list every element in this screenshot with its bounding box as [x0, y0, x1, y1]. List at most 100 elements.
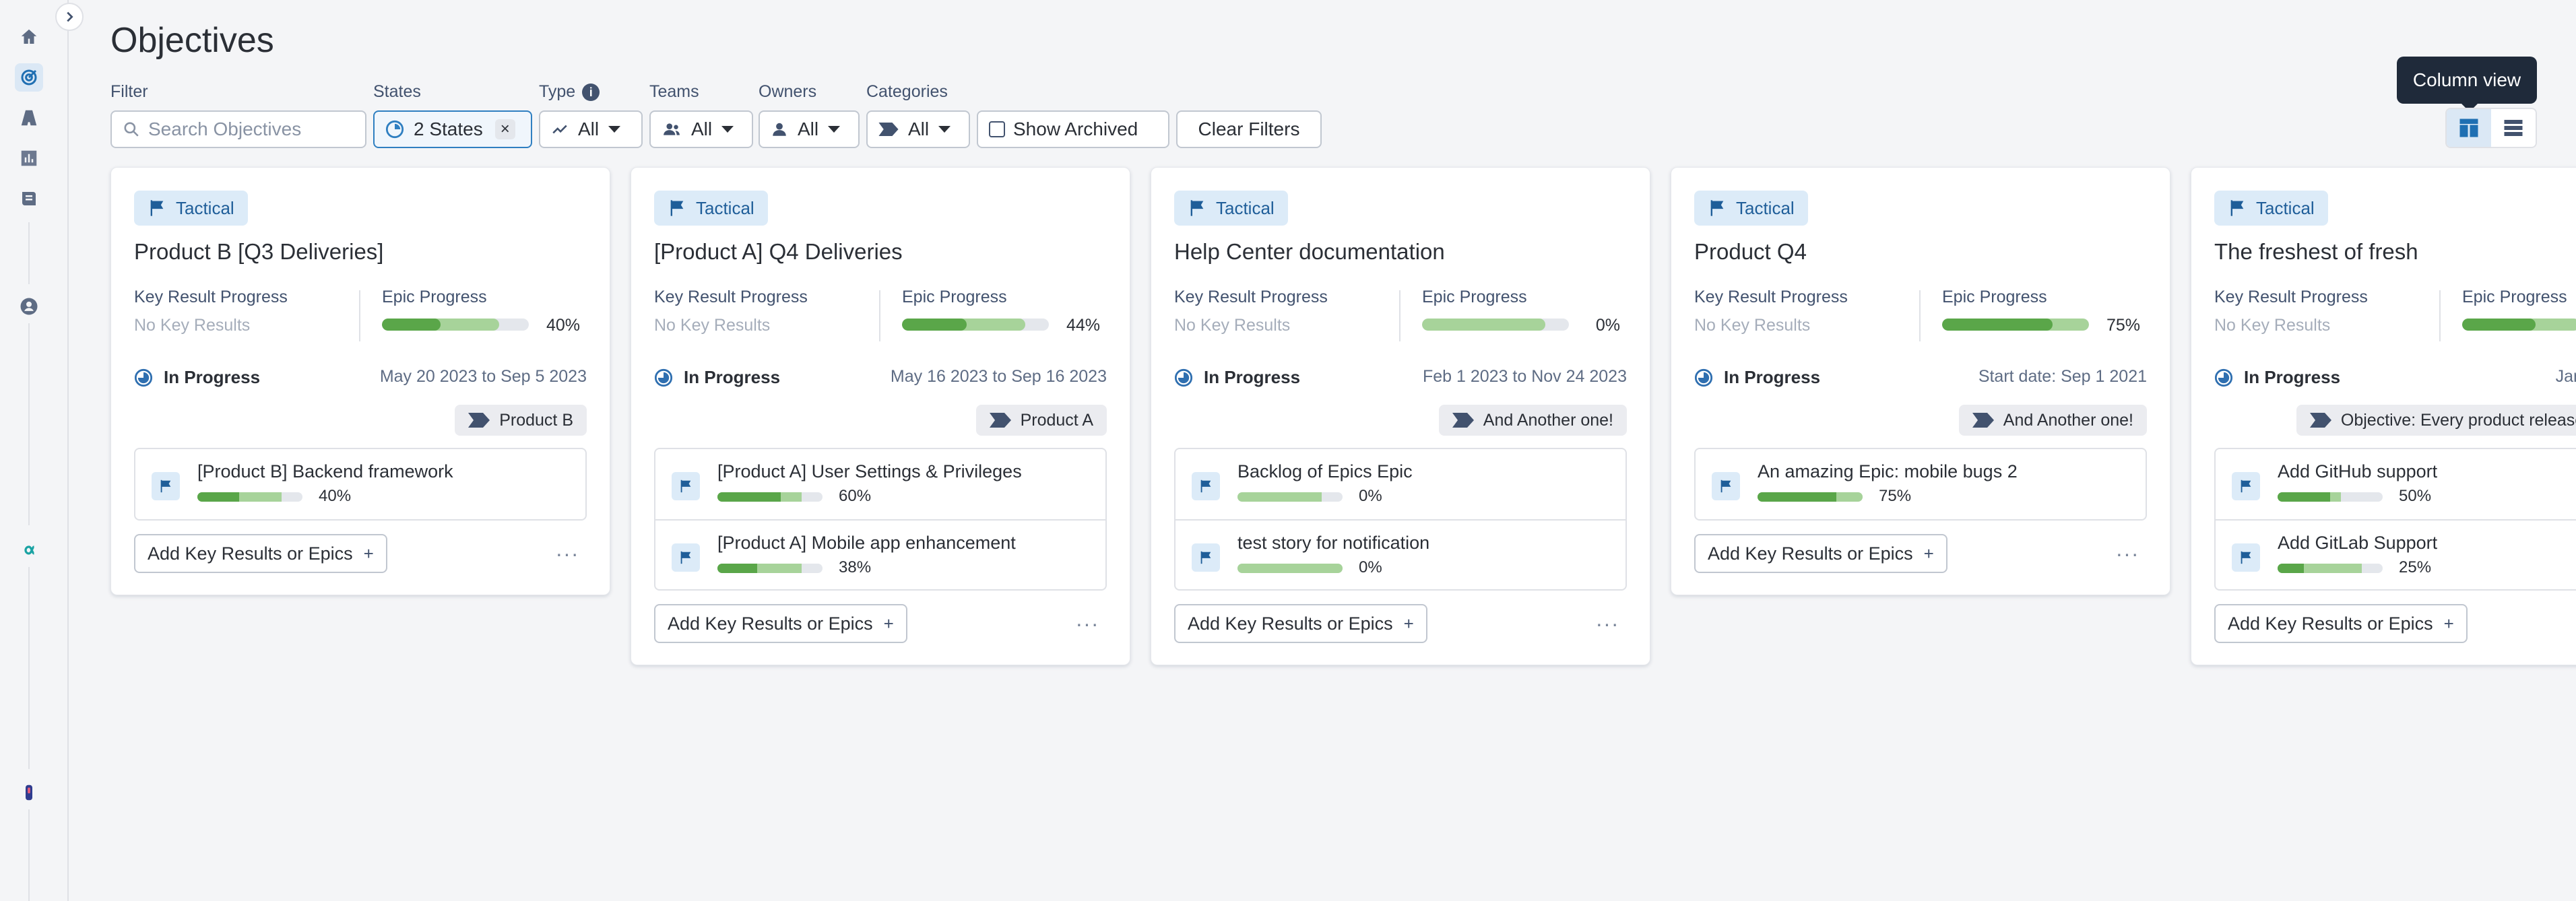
epic-row[interactable]: Add GitLab Support 25% — [2216, 519, 2576, 589]
tag-label: Tactical — [1216, 197, 1275, 218]
objective-title[interactable]: The freshest of fresh — [2214, 239, 2418, 265]
objective-title[interactable]: [Product A] Q4 Deliveries — [654, 239, 903, 265]
epic-row-percent: 40% — [319, 487, 352, 505]
type-filter[interactable]: All — [539, 110, 643, 148]
epic-row-progress-fill — [717, 492, 781, 502]
epic-progress-bar — [2462, 319, 2576, 331]
category-pill[interactable]: Product A — [975, 405, 1107, 436]
no-key-results-text: No Key Results — [1694, 316, 1811, 335]
more-options-icon[interactable]: ··· — [1072, 608, 1103, 639]
objective-title[interactable]: Product B [Q3 Deliveries] — [134, 239, 383, 265]
show-archived-toggle[interactable]: Show Archived — [977, 110, 1169, 148]
more-options-icon[interactable]: ··· — [1592, 608, 1623, 639]
date-range: May 16 2023 to Sep 16 2023 — [890, 367, 1107, 386]
epic-row-progress-fill — [717, 564, 758, 573]
epic-row-percent: 60% — [839, 487, 872, 505]
epic-name[interactable]: [Product A] Mobile app enhancement — [717, 533, 1016, 554]
epic-row[interactable]: An amazing Epic: mobile bugs 2 75% — [1696, 449, 2146, 519]
epic-progress-label: Epic Progress — [1942, 288, 2047, 306]
info-icon[interactable]: i — [582, 84, 600, 102]
status-text: In Progress — [164, 367, 261, 387]
epic-row[interactable]: Add GitHub support 50% — [2216, 449, 2576, 519]
list-view-icon — [2504, 120, 2523, 136]
epic-name[interactable]: Add GitHub support — [2278, 461, 2437, 482]
progress-divider — [1919, 290, 1921, 341]
column-view-icon — [2459, 119, 2478, 137]
epic-flag-icon — [1192, 543, 1220, 572]
category-tag-icon — [989, 413, 1011, 428]
owners-label: Owners — [759, 82, 817, 101]
objective-card[interactable]: Tactical [Product A] Q4 Deliveries Key R… — [631, 167, 1130, 665]
categories-filter[interactable]: All — [866, 110, 970, 148]
epic-progress-label: Epic Progress — [382, 288, 487, 306]
objective-card[interactable]: Tactical Help Center documentation Key R… — [1151, 167, 1650, 665]
epic-progress-bar-fill — [902, 319, 967, 331]
more-options-icon[interactable]: ··· — [2112, 538, 2143, 569]
category-tag-icon — [878, 123, 899, 136]
epic-flag-icon — [1712, 472, 1740, 500]
category-pill[interactable]: Objective: Every product release gets m.… — [2296, 405, 2576, 436]
status-text: In Progress — [1724, 367, 1821, 387]
sidebar-rail — [28, 222, 30, 284]
add-key-results-button[interactable]: Add Key Results or Epics + — [134, 534, 387, 573]
objective-card[interactable]: Tactical Product Q4 Key Result Progress … — [1671, 167, 2170, 595]
list-view-button[interactable] — [2491, 109, 2536, 147]
flag-icon — [1710, 200, 1724, 216]
epic-row[interactable]: test story for notification 0% — [1176, 519, 1625, 589]
clear-filters-label: Clear Filters — [1198, 119, 1300, 139]
epic-list: An amazing Epic: mobile bugs 2 75% — [1694, 448, 2147, 521]
epic-name[interactable]: Add GitLab Support — [2278, 533, 2437, 554]
search-input-box[interactable] — [110, 110, 366, 148]
search-input[interactable] — [148, 119, 350, 140]
category-pill[interactable]: Product B — [455, 405, 587, 436]
docs-icon[interactable] — [15, 185, 43, 213]
clear-filters-button[interactable]: Clear Filters — [1176, 110, 1322, 148]
epic-row-progress-bar — [1758, 492, 1863, 502]
epic-progress-bar — [1942, 319, 2089, 331]
owners-filter[interactable]: All — [759, 110, 860, 148]
epic-name[interactable]: test story for notification — [1237, 533, 1429, 554]
key-result-progress-label: Key Result Progress — [1694, 288, 1848, 306]
owners-value: All — [798, 119, 819, 139]
objectives-icon[interactable] — [15, 63, 43, 92]
epic-name[interactable]: [Product A] User Settings & Privileges — [717, 461, 1022, 482]
column-view-button[interactable] — [2447, 109, 2491, 147]
epic-row[interactable]: [Product A] Mobile app enhancement 38% — [655, 519, 1105, 589]
sidebar-expand-button[interactable] — [55, 3, 84, 31]
objective-title[interactable]: Product Q4 — [1694, 239, 1807, 265]
roadmap-icon[interactable] — [15, 104, 43, 132]
tag-label: Tactical — [176, 197, 234, 218]
states-filter[interactable]: 2 States × — [373, 110, 532, 148]
epic-progress-bar — [382, 319, 529, 331]
epic-row-progress-fill — [2278, 564, 2304, 573]
category-pill[interactable]: And Another one! — [1438, 405, 1627, 436]
epic-name[interactable]: Backlog of Epics Epic — [1237, 461, 1413, 482]
reports-icon[interactable] — [15, 144, 43, 172]
teams-filter[interactable]: All — [649, 110, 753, 148]
objective-title[interactable]: Help Center documentation — [1174, 239, 1445, 265]
date-range: Feb 1 2023 to Nov 24 2023 — [1422, 367, 1627, 386]
home-icon[interactable] — [15, 23, 43, 51]
add-key-results-button[interactable]: Add Key Results or Epics + — [654, 604, 907, 643]
add-button-label: Add Key Results or Epics — [1708, 543, 1913, 564]
epic-row[interactable]: [Product B] Backend framework 40% — [135, 449, 585, 519]
show-archived-checkbox[interactable] — [989, 121, 1005, 137]
epic-row[interactable]: [Product A] User Settings & Privileges 6… — [655, 449, 1105, 519]
objective-card[interactable]: Tactical Product B [Q3 Deliveries] Key R… — [110, 167, 610, 595]
users-icon[interactable] — [15, 292, 43, 321]
more-options-icon[interactable]: ··· — [552, 538, 583, 569]
epic-name[interactable]: An amazing Epic: mobile bugs 2 — [1758, 461, 2018, 482]
no-key-results-text: No Key Results — [134, 316, 251, 335]
app-icon[interactable] — [15, 778, 43, 807]
add-key-results-button[interactable]: Add Key Results or Epics + — [2214, 604, 2468, 643]
add-key-results-button[interactable]: Add Key Results or Epics + — [1174, 604, 1427, 643]
epic-name[interactable]: [Product B] Backend framework — [197, 461, 453, 482]
objective-card[interactable]: Tactical The freshest of fresh Key Resul… — [2191, 167, 2576, 665]
epic-row[interactable]: Backlog of Epics Epic 0% — [1176, 449, 1625, 519]
clear-states-button[interactable]: × — [494, 119, 515, 139]
key-result-progress-label: Key Result Progress — [134, 288, 288, 306]
category-pill[interactable]: And Another one! — [1958, 405, 2147, 436]
alpha-icon[interactable] — [15, 536, 43, 564]
tag-label: Tactical — [2256, 197, 2315, 218]
add-key-results-button[interactable]: Add Key Results or Epics + — [1694, 534, 1947, 573]
